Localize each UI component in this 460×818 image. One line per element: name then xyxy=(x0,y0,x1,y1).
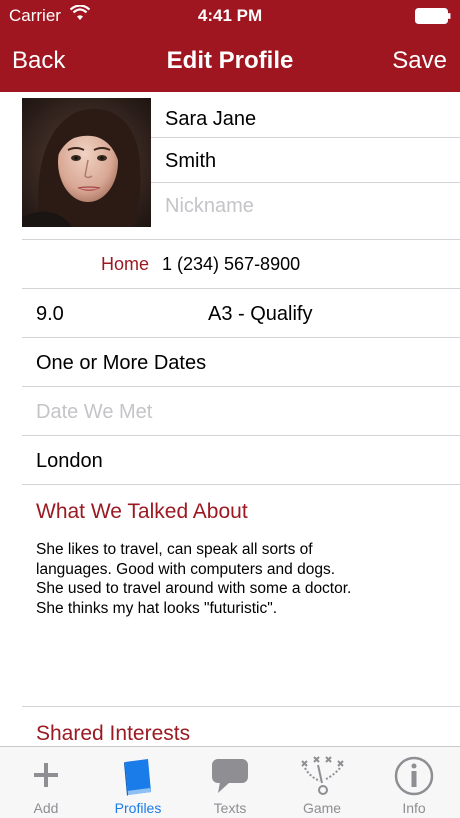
divider xyxy=(151,182,460,183)
first-name-field[interactable]: Sara Jane xyxy=(151,97,460,141)
tab-add[interactable]: Add xyxy=(0,747,92,818)
divider xyxy=(22,337,460,338)
phone-field[interactable]: 1 (234) 567-8900 xyxy=(162,254,300,274)
divider xyxy=(22,386,460,387)
portrait-image xyxy=(22,98,151,227)
phone-type-label[interactable]: Home xyxy=(101,254,149,274)
tab-label: Game xyxy=(302,800,342,816)
tab-label: Texts xyxy=(213,800,247,816)
tab-game[interactable]: Game xyxy=(276,747,368,818)
stage-field[interactable]: A3 - Qualify xyxy=(208,303,312,326)
status-bar: Carrier 4:41 PM xyxy=(0,0,460,32)
profile-form[interactable]: Sara Jane Smith Nickname Home 1 (234) 56… xyxy=(0,92,460,746)
divider xyxy=(22,435,460,436)
date-met-field[interactable]: Date We Met xyxy=(22,388,460,436)
battery-icon xyxy=(415,8,451,24)
tab-label: Profiles xyxy=(114,800,162,816)
divider xyxy=(22,706,460,707)
divider xyxy=(22,288,460,289)
nickname-field[interactable]: Nickname xyxy=(151,184,460,228)
note-line: She thinks my hat looks "futuristic". xyxy=(36,599,278,617)
tab-info[interactable]: Info xyxy=(368,747,460,818)
location-field[interactable]: London xyxy=(22,437,460,485)
rating-field[interactable]: 9.0 xyxy=(36,303,64,326)
dates-field[interactable]: One or More Dates xyxy=(22,339,460,387)
note-line: She likes to travel, can speak all sorts… xyxy=(36,541,313,558)
game-plan-icon xyxy=(301,756,344,795)
plus-icon xyxy=(34,763,58,787)
status-time: 4:41 PM xyxy=(197,6,263,25)
page-title: Edit Profile xyxy=(166,47,294,74)
tab-label: Info xyxy=(402,800,426,816)
tab-label: Add xyxy=(33,800,59,816)
talked-about-header: What We Talked About xyxy=(36,500,248,523)
info-icon xyxy=(394,756,434,796)
last-name-field[interactable]: Smith xyxy=(151,139,460,183)
divider xyxy=(22,239,460,240)
talked-about-notes[interactable]: She likes to travel, can speak all sorts… xyxy=(36,540,436,618)
shared-interests-header: Shared Interests xyxy=(36,722,191,745)
tab-profiles[interactable]: Profiles xyxy=(92,747,184,818)
divider xyxy=(22,484,460,485)
note-line: She used to travel around with some a do… xyxy=(36,580,352,597)
save-button[interactable]: Save xyxy=(392,47,447,75)
divider xyxy=(151,137,460,138)
note-line: languages. Good with computers and dogs. xyxy=(36,560,335,578)
navigation-bar: Back Edit Profile Save xyxy=(0,32,460,92)
tab-bar: Add Profiles Texts Game Info xyxy=(0,746,460,818)
profile-photo[interactable] xyxy=(22,98,151,227)
chat-bubble-icon xyxy=(212,759,248,793)
tab-texts[interactable]: Texts xyxy=(184,747,276,818)
book-icon xyxy=(124,759,151,796)
